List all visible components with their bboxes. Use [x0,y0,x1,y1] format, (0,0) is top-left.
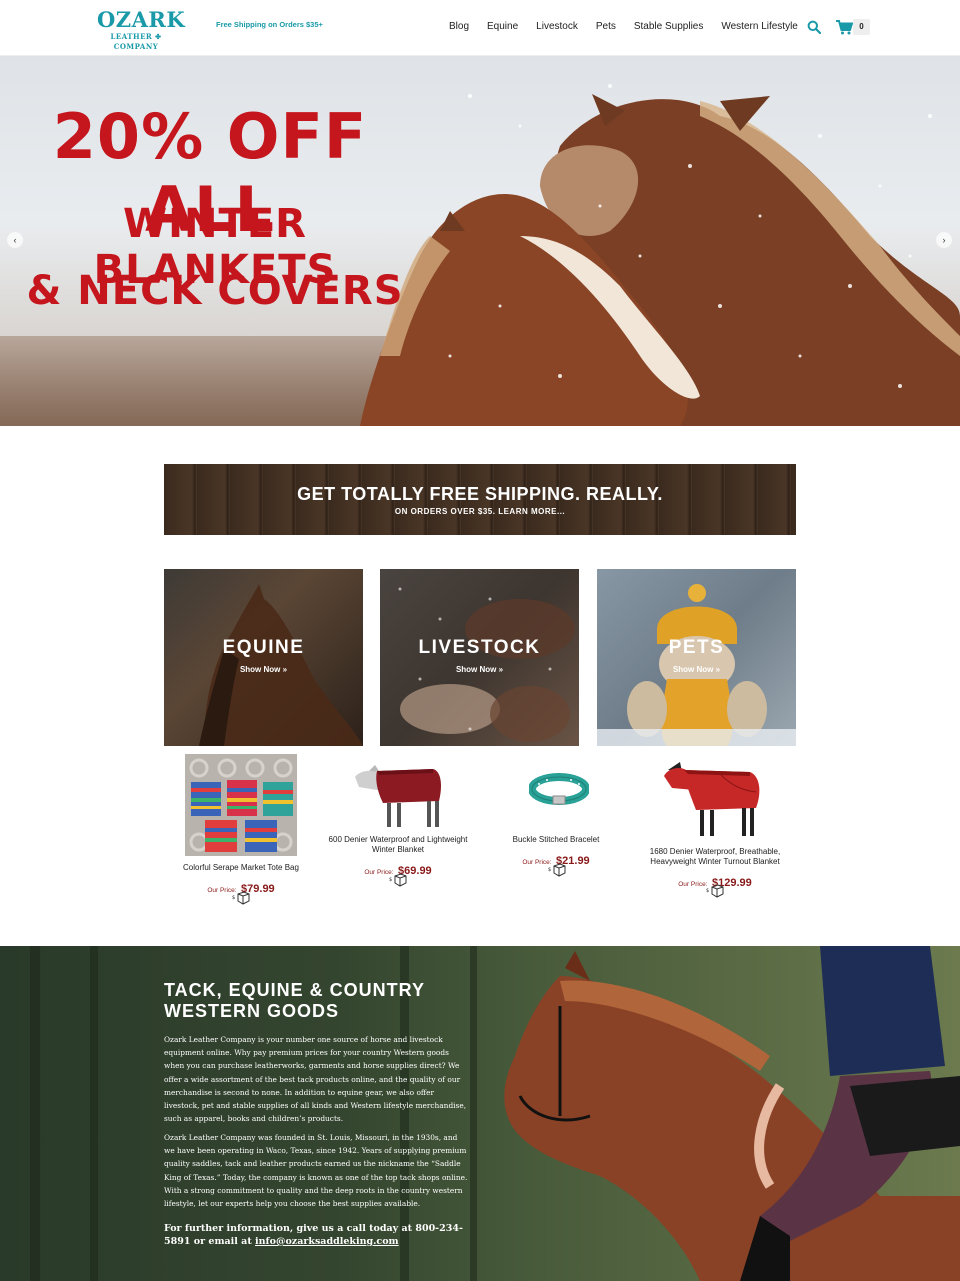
slider-prev-button[interactable]: ‹ [7,232,23,248]
category-shop-link[interactable]: Show Now » [597,665,796,674]
free-shipping-box-icon: $ [389,873,407,887]
logo-wordmark: OZARK [97,7,186,32]
search-icon[interactable] [807,20,821,34]
nav-pets[interactable]: Pets [596,21,616,32]
product-name[interactable]: 1680 Denier Waterproof, Breathable, Heav… [640,847,790,867]
about-title: TACK, EQUINE & COUNTRY WESTERN GOODS [164,980,425,1021]
nav-equine[interactable]: Equine [487,21,518,32]
free-shipping-box-icon: $ [548,863,566,877]
category-title: LIVESTOCK [418,637,541,658]
serape-tote-bag-image[interactable] [185,754,297,856]
svg-text:$: $ [232,895,235,901]
about-paragraph: Ozark Leather Company is your number one… [164,1035,467,1124]
nav-livestock[interactable]: Livestock [536,21,578,32]
nav-western-lifestyle[interactable]: Western Lifestyle [721,21,798,32]
about-paragraph: Ozark Leather Company was founded in St.… [164,1133,468,1209]
hero-slider[interactable]: 20% OFF ALL WINTER BLANKETS & NECK COVER… [0,56,960,426]
banner-title: GET TOTALLY FREE SHIPPING. REALLY. [297,484,663,504]
nav-stable-supplies[interactable]: Stable Supplies [634,21,704,32]
category-tile-livestock[interactable]: LIVESTOCK Show Now » [380,569,579,746]
free-shipping-box-icon: $ [706,884,724,898]
category-shop-link[interactable]: Show Now » [164,665,363,674]
price-label: Our Price: [678,881,708,888]
category-title: PETS [668,637,725,658]
category-tile-pets[interactable]: PETS Show Now » [597,569,796,746]
main-nav: Blog Equine Livestock Pets Stable Suppli… [449,21,816,32]
free-shipping-banner[interactable]: GET TOTALLY FREE SHIPPING. REALLY. ON OR… [164,464,796,535]
bracelet-image[interactable] [529,772,589,806]
contact-email-link[interactable]: info@ozarksaddleking.com [255,1236,399,1247]
svg-text:$: $ [389,877,392,883]
category-tile-equine[interactable]: EQUINE Show Now » [164,569,363,746]
site-header: OZARK LEATHER ✤ COMPANY Free Shipping on… [0,0,960,56]
free-shipping-box-icon: $ [232,891,250,905]
svg-text:$: $ [706,888,709,894]
category-title: EQUINE [222,637,305,658]
hero-headline-line3: & NECK COVERS [26,268,404,314]
product-name[interactable]: Colorful Serape Market Tote Bag [171,863,311,873]
cart-count-badge[interactable]: 0 [853,19,870,35]
site-logo[interactable]: OZARK LEATHER ✤ COMPANY [97,7,186,52]
product-name[interactable]: 600 Denier Waterproof and Lightweight Wi… [328,835,468,855]
logo-subtitle: LEATHER ✤ COMPANY [110,32,162,51]
free-shipping-note[interactable]: Free Shipping on Orders $35+ [216,20,323,29]
cart-icon[interactable] [835,19,853,35]
banner-subtitle: ON ORDERS OVER $35. LEARN MORE... [394,507,566,516]
svg-text:$: $ [548,867,551,873]
slider-next-button[interactable]: › [936,232,952,248]
category-shop-link[interactable]: Show Now » [380,665,579,674]
turnout-blanket-image[interactable] [660,760,764,840]
contact-info: For further information, give us a call … [164,1222,474,1248]
winter-blanket-image[interactable] [349,761,445,831]
about-section: TACK, EQUINE & COUNTRY WESTERN GOODS Oza… [0,946,960,1281]
product-name[interactable]: Buckle Stitched Bracelet [486,835,626,845]
nav-blog[interactable]: Blog [449,21,469,32]
